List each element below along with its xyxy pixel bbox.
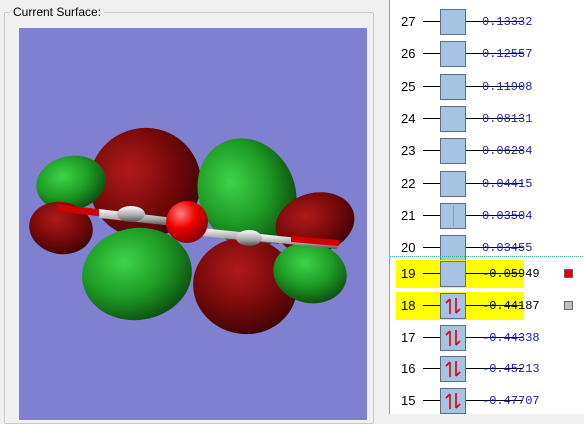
orbital-level-row[interactable]: 21 0.03504 <box>390 200 584 232</box>
orbital-level-row[interactable]: 18 -0.44187 <box>390 290 584 322</box>
orbital-surface-render[interactable] <box>19 28 367 420</box>
orbital-level-row[interactable]: 19 -0.05949 <box>390 258 584 290</box>
orbital-number: 23 <box>401 143 416 159</box>
homo-lumo-gap-line <box>390 256 584 257</box>
orbital-box[interactable] <box>440 292 466 319</box>
orbital-number: 24 <box>401 110 416 126</box>
orbital-energy: -0.47707 <box>482 394 540 409</box>
orbital-number: 18 <box>401 297 416 313</box>
orbital-box[interactable] <box>440 202 466 229</box>
molecule-viewport[interactable] <box>19 28 367 420</box>
orbital-level-row[interactable]: 26 0.12557 <box>390 38 584 70</box>
orbital-energy: -0.44187 <box>482 298 540 313</box>
orbital-color-marker[interactable] <box>564 300 573 310</box>
orbital-box[interactable] <box>440 73 466 100</box>
electron-pair-icon <box>445 393 461 410</box>
degenerate-divider <box>453 205 454 226</box>
orbital-level-row[interactable]: 27 0.13332 <box>390 6 584 38</box>
orbital-number: 17 <box>401 329 416 345</box>
orbital-energy: 0.11908 <box>482 79 533 94</box>
orbital-number: 25 <box>401 78 416 94</box>
orbital-box[interactable] <box>440 261 466 287</box>
orbital-energy: -0.45213 <box>482 362 540 377</box>
orbital-level-row[interactable]: 24 0.08131 <box>390 103 584 135</box>
central-oxygen-atom <box>166 201 208 243</box>
orbital-box[interactable] <box>440 324 466 351</box>
electron-pair-icon <box>445 329 461 346</box>
orbital-level-row[interactable]: 16 -0.45213 <box>390 353 584 385</box>
orbital-level-row[interactable]: 25 0.11908 <box>390 71 584 103</box>
orbital-number: 15 <box>401 393 416 409</box>
current-surface-group: Current Surface: <box>0 0 374 424</box>
orbital-color-marker[interactable] <box>564 269 573 278</box>
orbital-energy: -0.44338 <box>482 330 540 345</box>
orbital-levels-panel[interactable]: 27 0.13332 26 0.12557 25 0.11908 24 0.08131 23 0.… <box>389 0 584 417</box>
group-title: Current Surface: <box>10 5 105 19</box>
orbital-energy: 0.06284 <box>482 144 533 159</box>
orbital-energy: -0.05949 <box>482 267 540 281</box>
orbital-energy: 0.03504 <box>482 208 533 223</box>
orbital-energy: 0.04415 <box>482 176 533 191</box>
orbital-box[interactable] <box>440 105 466 132</box>
orbital-box[interactable] <box>440 388 466 415</box>
orbital-number: 26 <box>401 46 416 62</box>
orbital-box[interactable] <box>440 138 466 165</box>
orbital-level-row[interactable]: 15 -0.47707 <box>390 385 584 417</box>
orbital-number: 27 <box>401 14 416 29</box>
orbital-box[interactable] <box>440 41 466 68</box>
orbital-level-row[interactable]: 22 0.04415 <box>390 168 584 200</box>
orbital-box[interactable] <box>440 9 466 35</box>
orbital-box[interactable] <box>440 170 466 197</box>
orbital-energy: 0.08131 <box>482 111 533 126</box>
orbital-number: 21 <box>401 207 416 223</box>
orbital-energy: 0.12557 <box>482 47 533 62</box>
orbital-energy: 0.13332 <box>482 15 533 29</box>
orbital-level-row[interactable]: 23 0.06284 <box>390 135 584 167</box>
orbital-number: 22 <box>401 175 416 191</box>
orbital-level-row[interactable]: 17 -0.44338 <box>390 322 584 354</box>
orbital-number: 16 <box>401 361 416 377</box>
electron-pair-icon <box>445 297 461 314</box>
electron-pair-icon <box>445 361 461 378</box>
orbital-box[interactable] <box>440 356 466 383</box>
orbital-number: 19 <box>401 266 416 281</box>
